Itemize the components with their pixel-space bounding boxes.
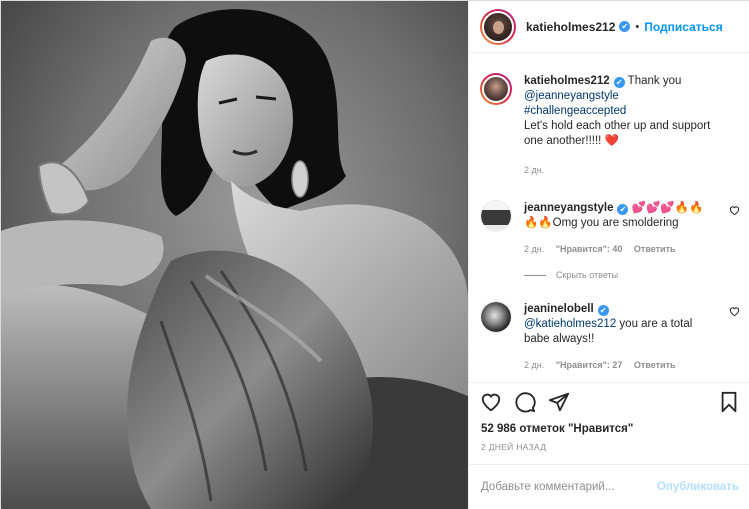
- comment-heart-icon[interactable]: [729, 205, 740, 219]
- comment-meta: 2 дн. "Нравится": 40 Ответить: [524, 242, 714, 257]
- bookmark-icon[interactable]: [718, 391, 740, 413]
- comment-likes[interactable]: "Нравится": 40: [556, 244, 623, 254]
- post-photo[interactable]: [1, 1, 468, 509]
- verified-badge-icon: ✔: [613, 77, 625, 88]
- comment-body: jeaninelobell ✔ @katieholmes212 you are a…: [524, 302, 714, 373]
- comment-form: Опубликовать: [469, 464, 749, 509]
- header-username[interactable]: katieholmes212: [526, 20, 615, 34]
- comment-time[interactable]: 2 дн.: [524, 244, 544, 254]
- hide-replies-button[interactable]: Скрыть ответы: [524, 270, 618, 280]
- follow-button[interactable]: Подписаться: [644, 20, 722, 34]
- comment-mention-link[interactable]: @katieholmes212: [524, 318, 616, 330]
- comment-emojis: 💕💕💕🔥🔥: [631, 202, 704, 214]
- comment-input[interactable]: [481, 481, 657, 493]
- post-header: katieholmes212 ✔ • Подписаться: [469, 1, 749, 53]
- post-actions: 52 986 отметок "Нравится" 2 ДНЕЙ НАЗАД: [469, 382, 749, 452]
- action-icons: [480, 391, 742, 415]
- verified-badge-icon: ✔: [619, 21, 631, 32]
- comment-icon[interactable]: [514, 391, 536, 413]
- comment-avatar-image: [481, 302, 511, 332]
- comment-heart-icon[interactable]: [729, 306, 740, 320]
- caption-username[interactable]: katieholmes212: [524, 75, 610, 87]
- comment-avatar[interactable]: [480, 200, 512, 232]
- comment-body: jeanneyangstyle ✔ 💕💕💕🔥🔥 🔥🔥Omg you are smo…: [524, 201, 714, 257]
- reply-button[interactable]: Ответить: [634, 360, 676, 370]
- avatar[interactable]: [480, 8, 516, 45]
- comment-emojis-2: 🔥🔥: [524, 217, 553, 229]
- share-icon[interactable]: [548, 391, 570, 413]
- comment-meta: 2 дн. "Нравится": 27 Ответить: [524, 358, 714, 373]
- caption-text-start: Thank you: [627, 75, 682, 87]
- comment-username[interactable]: jeaninelobell: [524, 303, 594, 315]
- avatar-image: [482, 10, 514, 43]
- verified-badge-icon: ✔: [597, 305, 609, 316]
- caption-body: katieholmes212 ✔ Thank you @jeanneyangsty…: [524, 74, 714, 178]
- verified-badge-icon: ✔: [617, 204, 629, 215]
- caption-avatar[interactable]: [480, 73, 512, 105]
- reply-button[interactable]: Ответить: [634, 244, 676, 254]
- post-sidebar: katieholmes212 ✔ • Подписаться katieholm…: [468, 1, 749, 509]
- comment-time[interactable]: 2 дн.: [524, 360, 544, 370]
- hide-replies-label: Скрыть ответы: [556, 270, 619, 280]
- caption-avatar-image: [482, 75, 510, 103]
- likes-count[interactable]: 52 986 отметок "Нравится": [481, 423, 633, 435]
- header-separator: •: [635, 20, 640, 33]
- red-heart-emoji: ❤️: [604, 135, 619, 147]
- comment-likes[interactable]: "Нравится": 27: [556, 360, 623, 370]
- caption-meta: 2 дн.: [524, 163, 714, 178]
- post-modal: katieholmes212 ✔ • Подписаться katieholm…: [0, 0, 749, 509]
- post-photo-image: [1, 1, 468, 509]
- comments-list[interactable]: katieholmes212 ✔ Thank you @jeanneyangsty…: [469, 54, 749, 381]
- hide-replies-line: [524, 274, 546, 276]
- publish-button[interactable]: Опубликовать: [657, 481, 739, 493]
- post-timestamp[interactable]: 2 ДНЕЙ НАЗАД: [481, 442, 546, 452]
- caption-hashtag-link[interactable]: #challengeaccepted: [524, 105, 626, 117]
- comment-avatar-image: [481, 201, 511, 231]
- comment-text: Omg you are smoldering: [552, 217, 679, 229]
- heart-icon[interactable]: [480, 391, 502, 413]
- caption-mention-link[interactable]: @jeanneyangstyle: [524, 90, 619, 102]
- caption-time[interactable]: 2 дн.: [524, 165, 544, 175]
- comment-username[interactable]: jeanneyangstyle: [524, 202, 613, 214]
- comment-avatar[interactable]: [480, 301, 512, 333]
